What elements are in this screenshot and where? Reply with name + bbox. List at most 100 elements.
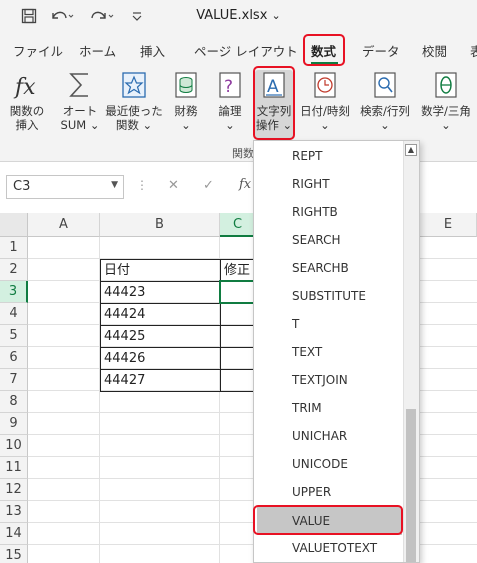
row-header-8[interactable]: 8	[0, 391, 28, 413]
menu-item-t[interactable]: T	[254, 310, 404, 338]
cell-b4[interactable]: 44424	[100, 303, 221, 326]
recently-used-label-2: 関数 ⌄	[115, 118, 153, 132]
tab-data[interactable]: データ	[362, 41, 400, 60]
math-icon	[435, 72, 457, 98]
row-header-3[interactable]: 3	[0, 281, 28, 303]
scroll-up-arrow-icon[interactable]: ▲	[405, 144, 417, 156]
menu-item-rept[interactable]: REPT	[254, 142, 404, 170]
menu-item-unicode[interactable]: UNICODE	[254, 450, 404, 478]
row-header-13[interactable]: 13	[0, 501, 28, 523]
insert-function-fx-icon[interactable]: fx	[239, 177, 251, 192]
column-header-b[interactable]: B	[100, 213, 220, 237]
menu-item-textjoin[interactable]: TEXTJOIN	[254, 366, 404, 394]
active-cell-c3[interactable]	[219, 280, 257, 304]
date-time-label-1: 日付/時刻	[300, 104, 350, 118]
tab-page-layout[interactable]: ページ レイアウト	[194, 41, 298, 60]
cell-b2[interactable]: 日付	[100, 259, 221, 282]
formulas-tab-highlight	[303, 34, 345, 66]
logical-button[interactable]: ? 論理 ⌄	[211, 70, 249, 132]
math-trig-button[interactable]: 数学/三角 ⌄	[417, 70, 475, 132]
row-header-11[interactable]: 11	[0, 457, 28, 479]
title-bar: VALUE.xlsx ⌄	[0, 0, 477, 34]
cell-b7[interactable]: 44427	[100, 369, 221, 392]
row-header-14[interactable]: 14	[0, 523, 28, 545]
menu-item-trim[interactable]: TRIM	[254, 394, 404, 422]
column-header-a[interactable]: A	[28, 213, 100, 237]
svg-text:?: ?	[224, 77, 233, 97]
document-title[interactable]: VALUE.xlsx ⌄	[0, 8, 477, 23]
insert-function-label-2: 挿入	[15, 118, 39, 132]
menu-item-searchb[interactable]: SEARCHB	[254, 254, 404, 282]
dropdown-scrollbar[interactable]: ▲	[403, 141, 419, 562]
menu-item-search[interactable]: SEARCH	[254, 226, 404, 254]
cell-border-c5	[220, 325, 256, 326]
menu-item-right[interactable]: RIGHT	[254, 170, 404, 198]
recently-used-label-1: 最近使った	[105, 104, 163, 118]
row-header-9[interactable]: 9	[0, 413, 28, 435]
row-header-10[interactable]: 10	[0, 435, 28, 457]
logical-label-2: ⌄	[225, 118, 235, 132]
logical-icon: ?	[219, 72, 241, 98]
tab-home[interactable]: ホーム	[79, 41, 116, 60]
row-header-12[interactable]: 12	[0, 479, 28, 501]
enter-icon[interactable]: ✓	[203, 178, 214, 193]
tab-review[interactable]: 校閲	[422, 41, 447, 60]
tab-insert[interactable]: 挿入	[140, 41, 165, 60]
clock-icon	[314, 72, 336, 98]
cell-b3[interactable]: 44423	[100, 281, 221, 304]
column-header-e[interactable]: E	[420, 213, 477, 237]
tab-view[interactable]: 表	[470, 41, 477, 60]
ribbon-tabs: ファイル ホーム 挿入 ページ レイアウト 数式 データ 校閲 表	[0, 34, 477, 66]
text-functions-dropdown[interactable]: REPT RIGHT RIGHTB SEARCH SEARCHB SUBSTIT…	[253, 140, 420, 563]
function-fx-icon: fx	[13, 75, 36, 100]
date-time-label-2: ⌄	[320, 118, 330, 132]
svg-text:fx: fx	[13, 75, 36, 100]
cancel-icon[interactable]: ✕	[168, 178, 179, 193]
row-header-5[interactable]: 5	[0, 325, 28, 347]
lookup-reference-button[interactable]: 検索/行列 ⌄	[356, 70, 414, 132]
financial-label-1: 財務	[174, 104, 198, 118]
autosum-label-2: SUM ⌄	[60, 118, 100, 132]
function-library-group-label: 関数	[232, 147, 254, 160]
lookup-label-2: ⌄	[380, 118, 390, 132]
menu-item-valuetotext[interactable]: VALUETOTEXT	[254, 534, 404, 562]
autosum-label-1: オート	[62, 104, 98, 118]
star-icon	[122, 72, 146, 98]
financial-label-2: ⌄	[181, 118, 191, 132]
formula-bar-grip-icon: ⋮	[136, 178, 148, 192]
menu-item-upper[interactable]: UPPER	[254, 478, 404, 506]
name-box-dropdown-icon[interactable]: ▼	[111, 180, 118, 190]
sigma-icon	[69, 73, 88, 97]
value-item-highlight	[253, 505, 403, 535]
row-header-15[interactable]: 15	[0, 545, 28, 563]
cell-b6[interactable]: 44426	[100, 347, 221, 370]
row-header-4[interactable]: 4	[0, 303, 28, 325]
column-header-c[interactable]: C	[220, 213, 256, 237]
name-box[interactable]: C3 ▼	[6, 175, 124, 199]
logical-label-1: 論理	[218, 104, 242, 118]
tab-file[interactable]: ファイル	[13, 41, 63, 60]
insert-function-button[interactable]: fx 関数の 挿入	[6, 70, 48, 132]
cell-border-c6	[220, 347, 256, 348]
row-header-2[interactable]: 2	[0, 259, 28, 281]
row-header-1[interactable]: 1	[0, 237, 28, 259]
menu-item-rightb[interactable]: RIGHTB	[254, 198, 404, 226]
finance-icon	[175, 72, 197, 98]
insert-function-label-1: 関数の	[9, 104, 45, 118]
math-trig-label-2: ⌄	[441, 118, 451, 132]
menu-item-substitute[interactable]: SUBSTITUTE	[254, 282, 404, 310]
menu-item-unichar[interactable]: UNICHAR	[254, 422, 404, 450]
select-all-corner[interactable]	[0, 213, 28, 237]
math-trig-label-1: 数学/三角	[421, 104, 471, 118]
recently-used-button[interactable]: 最近使った 関数 ⌄	[104, 70, 164, 132]
lookup-label-1: 検索/行列	[360, 104, 410, 118]
name-box-value: C3	[13, 179, 31, 194]
cell-b5[interactable]: 44425	[100, 325, 221, 348]
date-time-button[interactable]: 日付/時刻 ⌄	[297, 70, 353, 132]
scrollbar-thumb[interactable]	[406, 409, 416, 562]
row-header-6[interactable]: 6	[0, 347, 28, 369]
financial-button[interactable]: 財務 ⌄	[167, 70, 205, 132]
autosum-button[interactable]: オート SUM ⌄	[58, 70, 102, 132]
menu-item-text[interactable]: TEXT	[254, 338, 404, 366]
row-header-7[interactable]: 7	[0, 369, 28, 391]
